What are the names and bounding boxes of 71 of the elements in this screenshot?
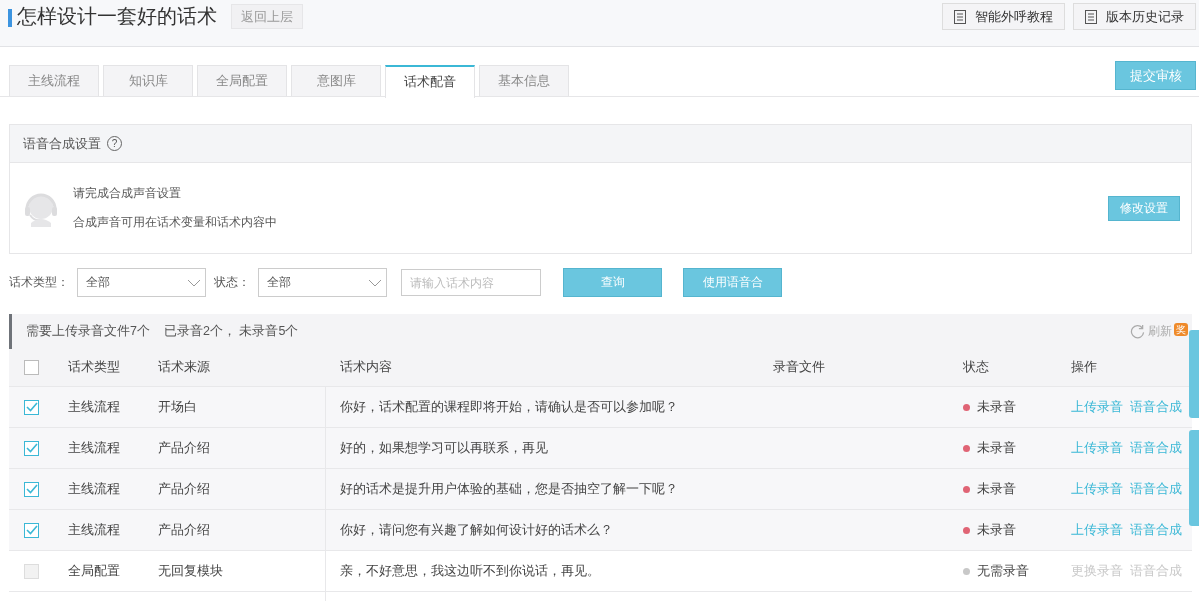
select-all-checkbox[interactable] — [24, 360, 39, 375]
table-cell: 好的，如果想学习可以再联系，再见 — [340, 439, 548, 457]
reward-badge: 奖 — [1174, 323, 1188, 336]
table-cell: 主线流程 — [68, 439, 120, 457]
title-accent — [8, 9, 12, 27]
summary-counts: 已录音2个， 未录音5个 — [163, 323, 299, 340]
column-header: 话术类型 — [67, 359, 121, 376]
column-header: 状态 — [962, 359, 990, 376]
document-icon — [954, 9, 966, 24]
column-header: 话术内容 — [339, 359, 393, 376]
filter-label: 话术类型： — [9, 274, 69, 291]
column-header: 录音文件 — [772, 359, 826, 376]
table-cell: 无回复模块 — [158, 562, 223, 580]
tab[interactable]: 基本信息 — [479, 65, 569, 96]
panel-title: 语音合成设置 — [23, 134, 101, 153]
status-text: 未录音 — [977, 521, 1016, 539]
header-button[interactable]: 版本历史记录 — [1073, 3, 1196, 30]
status-text: 未录音 — [977, 439, 1016, 457]
tab[interactable]: 主线流程 — [9, 65, 99, 96]
status-select[interactable]: 全部 — [258, 268, 387, 297]
action-link[interactable]: 语音合成 — [1130, 398, 1182, 416]
action-link[interactable]: 语音合成 — [1130, 439, 1182, 457]
filter-button[interactable]: 查询 — [563, 268, 662, 297]
action-link[interactable]: 上传录音 — [1071, 398, 1123, 416]
table-cell: 你好，请问您有兴趣了解如何设计好的话术么？ — [340, 521, 613, 539]
document-icon — [1085, 9, 1097, 24]
action-link[interactable]: 语音合成 — [1130, 521, 1182, 539]
table-cell: 产品介绍 — [158, 521, 210, 539]
column-header: 操作 — [1070, 359, 1098, 376]
action-link[interactable]: 语音合成 — [1130, 480, 1182, 498]
table-cell: 主线流程 — [68, 521, 120, 539]
search-field[interactable]: 请输入话术内容 — [401, 269, 541, 296]
column-header: 话术来源 — [157, 359, 211, 376]
row-checkbox[interactable] — [24, 481, 39, 497]
refresh-button[interactable]: 刷新 — [1130, 323, 1172, 340]
table-cell: 好的话术是提升用户体验的基础，您是否抽空了解一下呢？ — [340, 480, 678, 498]
table-cell: 亲，不好意思，我这边听不到你说话，再见。 — [340, 562, 600, 580]
summary-total: 需要上传录音文件7个 — [26, 323, 150, 340]
settings-prompt: 请完成合成声音设置 — [73, 185, 181, 202]
page-title: 怎样设计一套好的话术 — [17, 4, 217, 29]
table-cell: 产品介绍 — [158, 480, 210, 498]
table-cell: 开场白 — [158, 398, 197, 416]
chevron-down-icon — [368, 278, 382, 287]
table-cell: 主线流程 — [68, 480, 120, 498]
table-cell: 你好，话术配置的课程即将开始，请确认是否可以参加呢？ — [340, 398, 678, 416]
row-checkbox[interactable] — [24, 522, 39, 538]
refresh-icon — [1130, 324, 1145, 339]
tab[interactable]: 知识库 — [103, 65, 193, 96]
action-link[interactable]: 上传录音 — [1071, 439, 1123, 457]
table-cell: 主线流程 — [68, 398, 120, 416]
action-link[interactable]: 上传录音 — [1071, 480, 1123, 498]
tab[interactable]: 意图库 — [291, 65, 381, 96]
filter-button[interactable]: 使用语音合 — [683, 268, 782, 297]
table-cell: 产品介绍 — [158, 439, 210, 457]
settings-hint: 合成声音可用在话术变量和话术内容中 — [73, 214, 277, 231]
status-text: 未录音 — [977, 398, 1016, 416]
table-cell: 全局配置 — [68, 562, 120, 580]
header-button[interactable]: 智能外呼教程 — [942, 3, 1065, 30]
action-link[interactable]: 上传录音 — [1071, 521, 1123, 539]
type-select[interactable]: 全部 — [77, 268, 206, 297]
back-button[interactable]: 返回上层 — [231, 4, 303, 29]
status-text: 无需录音 — [977, 562, 1029, 580]
submit-button[interactable]: 提交审核 — [1115, 61, 1196, 90]
row-checkbox[interactable] — [24, 440, 39, 456]
filter-label: 状态： — [214, 274, 250, 291]
row-checkbox[interactable] — [24, 399, 39, 415]
tab[interactable]: 全局配置 — [197, 65, 287, 96]
chevron-down-icon — [187, 278, 201, 287]
tab[interactable]: 话术配音 — [385, 65, 475, 98]
status-text: 未录音 — [977, 480, 1016, 498]
edit-settings-button[interactable]: 修改设置 — [1108, 195, 1180, 221]
